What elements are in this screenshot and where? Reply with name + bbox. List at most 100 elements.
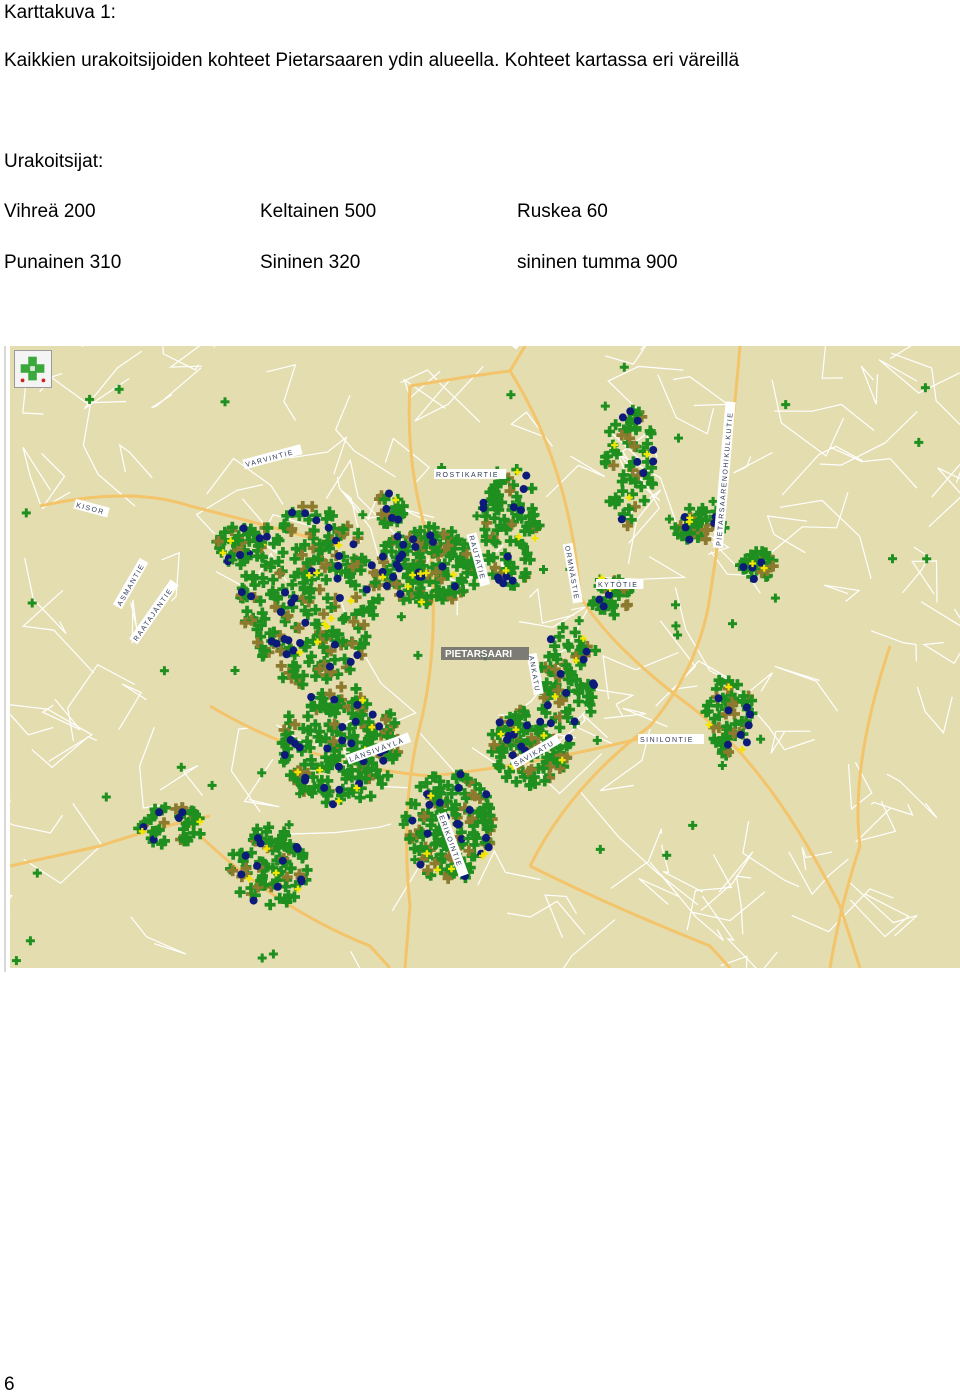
- site-marker-dark-blue: [263, 533, 271, 541]
- site-marker-dark-blue: [466, 806, 474, 814]
- site-marker-dark-blue: [320, 784, 328, 792]
- site-marker-dark-blue: [335, 763, 343, 771]
- site-marker-dark-blue: [338, 736, 346, 744]
- road-label-text: SINILONTIE: [640, 737, 694, 744]
- site-marker-dark-blue: [580, 656, 588, 664]
- site-marker-dark-blue: [352, 718, 360, 726]
- site-marker-dark-blue: [307, 693, 315, 701]
- site-marker-dark-blue: [743, 738, 751, 746]
- site-marker-dark-blue: [323, 745, 331, 753]
- site-marker-dark-blue: [287, 599, 295, 607]
- road-label: SINILONTIE: [638, 734, 704, 744]
- site-marker-dark-blue: [274, 883, 282, 891]
- site-marker-dark-blue: [482, 790, 490, 798]
- road-label-text: ROSTIKARTIE: [436, 472, 499, 479]
- site-marker-dark-blue: [605, 591, 613, 599]
- site-marker-dark-blue: [494, 574, 502, 582]
- site-marker-dark-blue: [394, 532, 402, 540]
- town-label-text: PIETARSAARI: [445, 649, 512, 660]
- site-marker-dark-blue: [334, 575, 342, 583]
- site-marker-dark-blue: [649, 446, 657, 454]
- contractor-dark-blue: sininen tumma 900: [517, 251, 678, 275]
- site-marker-dark-blue: [685, 536, 693, 544]
- site-marker-dark-blue: [523, 721, 531, 729]
- site-marker-dark-blue: [238, 588, 246, 596]
- site-marker-dark-blue: [375, 722, 383, 730]
- site-marker-dark-blue: [504, 553, 512, 561]
- site-marker-dark-blue: [411, 543, 419, 551]
- site-marker-dark-blue: [544, 701, 552, 709]
- site-marker-dark-blue: [715, 694, 723, 702]
- site-marker-dark-blue: [247, 592, 255, 600]
- site-marker-dark-blue: [547, 635, 555, 643]
- site-marker-dark-blue: [383, 582, 391, 590]
- site-marker-dark-blue: [583, 648, 591, 656]
- site-marker-dark-blue: [240, 524, 248, 532]
- site-marker-dark-blue: [455, 784, 463, 792]
- road-label: ROSTIKARTIE: [434, 469, 506, 479]
- site-marker-dark-blue: [250, 897, 258, 905]
- site-marker-dark-blue: [439, 563, 447, 571]
- contractor-blue: Sininen 320: [260, 251, 360, 275]
- site-marker-dark-blue: [600, 602, 608, 610]
- site-marker-dark-blue: [289, 647, 297, 655]
- site-marker-dark-blue: [256, 534, 264, 542]
- site-marker-dark-blue: [496, 718, 504, 726]
- site-marker-dark-blue: [312, 516, 320, 524]
- site-marker-dark-blue: [649, 458, 657, 466]
- site-marker-dark-blue: [536, 718, 544, 726]
- site-marker-dark-blue: [739, 563, 747, 571]
- site-marker-dark-blue: [331, 641, 339, 649]
- site-marker-dark-blue: [750, 575, 758, 583]
- site-marker-dark-blue: [743, 703, 751, 711]
- site-marker-dark-blue: [388, 514, 396, 522]
- site-marker-dark-blue: [565, 734, 573, 742]
- site-marker-dark-blue: [277, 608, 285, 616]
- site-marker-dark-blue: [336, 594, 344, 602]
- site-marker-dark-blue: [562, 689, 570, 697]
- site-marker-dark-blue: [379, 757, 387, 765]
- site-marker-dark-blue: [503, 736, 511, 744]
- contractor-brown: Ruskea 60: [517, 200, 608, 224]
- site-marker-dark-blue: [517, 743, 525, 751]
- intro-text: Kaikkien urakoitsijoiden kohteet Pietars…: [4, 49, 739, 73]
- site-marker-dark-blue: [416, 861, 424, 869]
- map-panel[interactable]: VARVINTIEKISORASMANTIEROSTIKARTIERAUTATI…: [4, 346, 958, 972]
- contractors-title: Urakoitsijat:: [4, 150, 103, 174]
- site-marker-dark-blue: [353, 701, 361, 709]
- site-marker-dark-blue: [237, 870, 245, 878]
- site-marker-dark-blue: [590, 681, 598, 689]
- site-marker-dark-blue: [619, 413, 627, 421]
- site-marker-dark-blue: [724, 741, 732, 749]
- contractor-yellow: Keltainen 500: [260, 200, 376, 224]
- site-marker-dark-blue: [284, 636, 292, 644]
- site-marker-dark-blue: [294, 845, 302, 853]
- contractor-red: Punainen 310: [4, 251, 121, 275]
- road-label-text: KYTÖTIE: [598, 581, 638, 589]
- map-layer-tool-icon[interactable]: [14, 350, 52, 388]
- site-marker-dark-blue: [347, 739, 355, 747]
- site-marker-dark-blue: [368, 561, 376, 569]
- site-marker-dark-blue: [396, 590, 404, 598]
- site-marker-dark-blue: [301, 509, 309, 517]
- site-marker-dark-blue: [725, 706, 733, 714]
- site-marker-dark-blue: [398, 551, 406, 559]
- site-marker-dark-blue: [517, 506, 525, 514]
- site-marker-dark-blue: [257, 839, 265, 847]
- site-marker-dark-blue: [347, 658, 355, 666]
- site-marker-dark-blue: [296, 639, 304, 647]
- map-image[interactable]: VARVINTIEKISORASMANTIEROSTIKARTIERAUTATI…: [10, 346, 960, 968]
- site-marker-dark-blue: [429, 538, 437, 546]
- site-marker-dark-blue: [547, 719, 555, 727]
- site-marker-dark-blue: [350, 540, 358, 548]
- page-number: 6: [4, 1373, 15, 1397]
- site-marker-dark-blue: [281, 589, 289, 597]
- site-marker-dark-blue: [155, 808, 163, 816]
- site-marker-dark-blue: [326, 663, 334, 671]
- site-marker-dark-blue: [389, 573, 397, 581]
- site-marker-dark-blue: [298, 877, 306, 885]
- site-marker-dark-blue: [338, 723, 346, 731]
- site-marker-dark-blue: [485, 843, 493, 851]
- site-marker-dark-blue: [399, 541, 407, 549]
- site-marker-dark-blue: [408, 817, 416, 825]
